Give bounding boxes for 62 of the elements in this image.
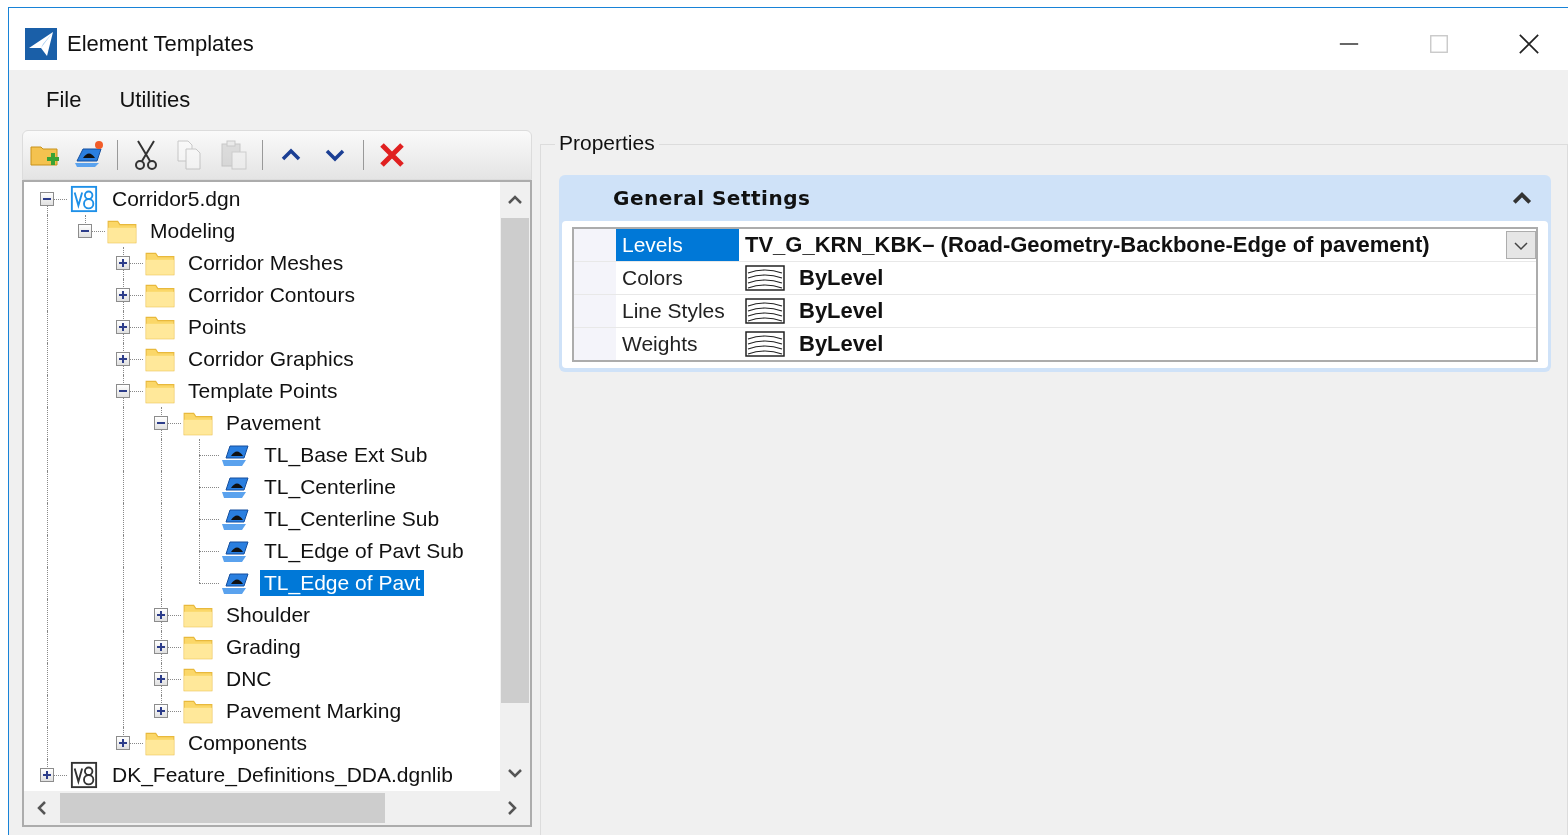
section-header[interactable]: General Settings	[559, 175, 1551, 221]
menu-item[interactable]: Utilities	[119, 86, 191, 113]
property-value: ByLevel	[799, 331, 884, 357]
tree-item[interactable]: DK_Feature_Definitions_DDA.dgnlib	[108, 762, 457, 788]
property-label[interactable]: Levels	[616, 229, 739, 261]
expander-icon[interactable]	[116, 736, 130, 750]
property-value: TV_G_KRN_KBK– (Road-Geometry-Backbone-Edge of pavement)	[745, 232, 1430, 258]
tree-item[interactable]: TL_Centerline	[260, 474, 400, 500]
row-header-cell	[574, 328, 616, 360]
by-level-icon	[745, 298, 785, 324]
row-header-cell	[574, 295, 616, 327]
expander-icon[interactable]	[154, 608, 168, 622]
expander-icon[interactable]	[154, 640, 168, 654]
expander-icon[interactable]	[154, 704, 168, 718]
dropdown-icon[interactable]	[1506, 231, 1536, 259]
row-header-cell	[574, 262, 616, 294]
expander-icon[interactable]	[154, 416, 168, 430]
menu-item[interactable]: File	[46, 86, 82, 113]
section-title: General Settings	[613, 186, 811, 210]
tree-item[interactable]: Points	[184, 314, 251, 340]
app-logo-icon	[25, 27, 57, 60]
property-label[interactable]: Line Styles	[616, 295, 739, 327]
tree-item[interactable]: Pavement Marking	[222, 698, 406, 724]
expander-icon[interactable]	[40, 192, 54, 206]
by-level-icon	[745, 265, 785, 291]
window-title: Element Templates	[67, 30, 254, 57]
vertical-scrollbar[interactable]	[500, 182, 530, 791]
library-file-icon	[68, 761, 100, 789]
by-level-icon	[745, 331, 785, 357]
tree-item[interactable]: DNC	[222, 666, 276, 692]
property-value: ByLevel	[799, 265, 884, 291]
tree-item[interactable]: Template Points	[184, 378, 342, 404]
property-label[interactable]: Colors	[616, 262, 739, 294]
tree-item[interactable]: TL_Centerline Sub	[260, 506, 444, 532]
row-header-cell	[574, 229, 616, 261]
expander-icon[interactable]	[78, 224, 92, 238]
expander-icon[interactable]	[116, 320, 130, 334]
tree-item[interactable]: TL_Edge of Pavt	[260, 570, 425, 596]
tree-item[interactable]: Components	[184, 730, 312, 756]
expander-icon[interactable]	[116, 352, 130, 366]
expander-icon[interactable]	[40, 768, 54, 782]
tree-item[interactable]: Corridor Contours	[184, 282, 359, 308]
property-value: ByLevel	[799, 298, 884, 324]
tree-item[interactable]: TL_Edge of Pavt Sub	[260, 538, 468, 564]
scroll-thumb[interactable]	[501, 218, 529, 703]
expander-icon[interactable]	[116, 384, 130, 398]
scroll-thumb[interactable]	[60, 793, 385, 823]
tree-item[interactable]: Shoulder	[222, 602, 315, 628]
horizontal-scrollbar[interactable]	[24, 791, 530, 825]
tree-item[interactable]: Pavement	[222, 410, 325, 436]
tree-item[interactable]: TL_Base Ext Sub	[260, 442, 432, 468]
expander-icon[interactable]	[116, 256, 130, 270]
design-file-icon	[68, 185, 100, 213]
tree-item[interactable]: Modeling	[146, 218, 240, 244]
expander-icon[interactable]	[116, 288, 130, 302]
tree-item[interactable]: Corridor Meshes	[184, 250, 348, 276]
expander-icon[interactable]	[154, 672, 168, 686]
tree-item[interactable]: Corridor5.dgn	[108, 186, 245, 212]
tree-item[interactable]: Corridor Graphics	[184, 346, 358, 372]
close-icon[interactable]	[1518, 32, 1540, 55]
tree-item[interactable]: Grading	[222, 634, 305, 660]
property-label[interactable]: Weights	[616, 328, 739, 360]
